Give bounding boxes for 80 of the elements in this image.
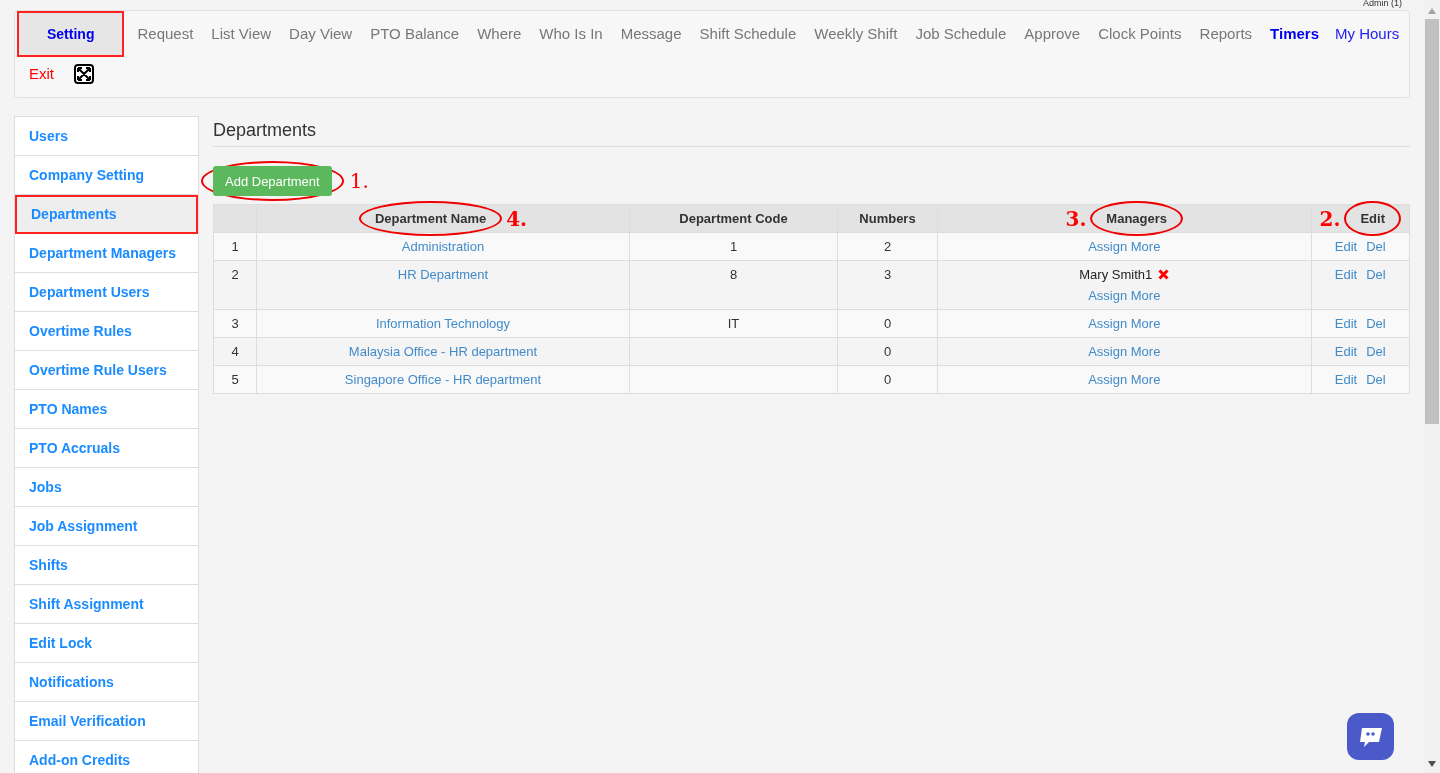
row-number: 5 <box>231 372 239 387</box>
callout-number: 2. <box>1319 208 1341 229</box>
table-cell: 0 <box>883 344 892 359</box>
nav-tab[interactable]: List View <box>202 11 281 57</box>
remove-icon[interactable] <box>1158 269 1170 280</box>
nav-link[interactable]: My Hours <box>1328 17 1407 51</box>
scroll-down-icon <box>1428 761 1436 767</box>
table-cell: IT <box>727 316 740 331</box>
delete-link[interactable]: Del <box>1366 371 1386 388</box>
sidebar-item[interactable]: Overtime Rules <box>15 312 198 351</box>
edit-link[interactable]: Edit <box>1334 343 1358 360</box>
assign-more-link[interactable]: Assign More <box>1088 287 1161 304</box>
nav-tab[interactable]: Message <box>611 11 691 57</box>
nav-tab[interactable]: Request <box>128 11 203 57</box>
expand-icon <box>74 64 94 84</box>
nav-tab[interactable]: Weekly Shift <box>805 11 907 57</box>
chat-button[interactable] <box>1347 713 1394 760</box>
sidebar-item[interactable]: Users <box>15 117 198 156</box>
nav-tab[interactable]: Who Is In <box>530 11 612 57</box>
callout-number: 4. <box>506 208 528 229</box>
callout-number: 1. <box>349 171 369 191</box>
department-link[interactable]: Administration <box>401 239 485 254</box>
account-label[interactable]: Admin (1) <box>1363 0 1402 11</box>
callout-number: 3. <box>1065 208 1087 229</box>
add-department-button[interactable]: Add Department <box>213 166 332 196</box>
sidebar-item[interactable]: Add-on Credits <box>15 741 198 773</box>
sidebar-item[interactable]: Edit Lock <box>15 624 198 663</box>
nav-tab[interactable]: Setting <box>17 11 125 57</box>
sidebar-item[interactable]: Email Verification <box>15 702 198 741</box>
delete-link[interactable]: Del <box>1366 238 1386 255</box>
sidebar-item[interactable]: Notifications <box>15 663 198 702</box>
department-link[interactable]: Information Technology <box>375 316 511 331</box>
department-link[interactable]: HR Department <box>397 267 489 282</box>
sidebar-item[interactable]: Department Users <box>15 273 198 312</box>
edit-link[interactable]: Edit <box>1334 266 1358 283</box>
table-cell: 1 <box>729 239 738 254</box>
scroll-up-icon <box>1428 8 1436 14</box>
table-cell: 2 <box>883 239 892 254</box>
nav-tab[interactable]: Where <box>468 11 531 57</box>
nav-tab[interactable]: Day View <box>280 11 362 57</box>
scrollbar-thumb[interactable] <box>1425 19 1439 424</box>
assign-more-link[interactable]: Assign More <box>1088 371 1161 388</box>
table-cell: 8 <box>729 267 738 282</box>
sidebar-item[interactable]: Overtime Rule Users <box>15 351 198 390</box>
row-number: 2 <box>231 267 239 282</box>
sidebar-item[interactable]: Shifts <box>15 546 198 585</box>
sidebar-item[interactable]: Jobs <box>15 468 198 507</box>
sidebar-item[interactable]: Departments <box>15 195 198 234</box>
delete-link[interactable]: Del <box>1366 315 1386 332</box>
nav-tab[interactable]: Reports <box>1190 11 1262 57</box>
table-cell: 0 <box>883 372 892 387</box>
exit-link[interactable]: Exit <box>17 57 66 91</box>
page-title: Departments <box>213 116 1410 147</box>
sidebar-item[interactable]: Department Managers <box>15 234 198 273</box>
table-cell: 3 <box>883 267 892 282</box>
delete-link[interactable]: Del <box>1366 266 1386 283</box>
row-number: 4 <box>231 344 239 359</box>
assign-more-link[interactable]: Assign More <box>1088 343 1161 360</box>
row-number: 3 <box>231 316 239 331</box>
column-header: Numbers <box>859 210 916 227</box>
manager-name: Mary Smith1 <box>1079 266 1153 283</box>
delete-link[interactable]: Del <box>1366 343 1386 360</box>
assign-more-link[interactable]: Assign More <box>1088 315 1161 332</box>
assign-more-link[interactable]: Assign More <box>1088 238 1161 255</box>
edit-link[interactable]: Edit <box>1334 238 1358 255</box>
sidebar-item[interactable]: Shift Assignment <box>15 585 198 624</box>
table-cell: 0 <box>883 316 892 331</box>
sidebar-item[interactable]: PTO Accruals <box>15 429 198 468</box>
column-header: Department Code <box>679 210 788 227</box>
nav-tab[interactable]: PTO Balance <box>361 11 469 57</box>
nav-tab[interactable]: Shift Schedule <box>690 11 806 57</box>
edit-link[interactable]: Edit <box>1334 315 1358 332</box>
edit-link[interactable]: Edit <box>1334 371 1358 388</box>
sidebar-item[interactable]: PTO Names <box>15 390 198 429</box>
nav-tab[interactable]: Timers <box>1261 11 1328 57</box>
nav-tab[interactable]: Approve <box>1015 11 1090 57</box>
sidebar-item[interactable]: Job Assignment <box>15 507 198 546</box>
nav-tab[interactable]: Job Schedule <box>906 11 1016 57</box>
nav-tab[interactable]: Clock Points <box>1089 11 1191 57</box>
row-number: 1 <box>231 239 239 254</box>
